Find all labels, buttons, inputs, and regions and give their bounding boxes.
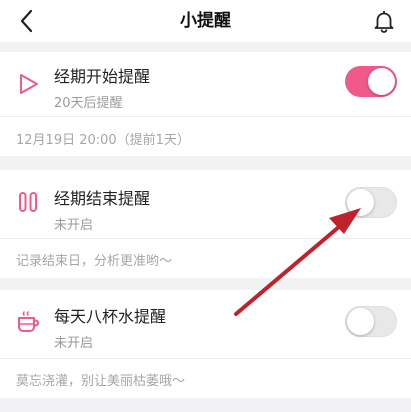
toggle-knob xyxy=(368,68,395,95)
toggle-knob xyxy=(347,189,374,216)
reminder-status: 未开启 xyxy=(54,336,94,351)
reminder-note: 莫忘浇灌，别让美丽枯萎哦～ xyxy=(16,374,186,389)
drink-water-toggle[interactable] xyxy=(345,306,397,337)
reminder-card-drink-water: 每天八杯水提醒 未开启 莫忘浇灌，别让美丽枯萎哦～ xyxy=(0,290,411,398)
reminder-card-period-end: 经期结束提醒 未开启 记录结束日，分析更准哟～ xyxy=(0,170,411,278)
reminder-title: 经期结束提醒 xyxy=(54,189,151,208)
notification-bell-button[interactable] xyxy=(371,8,397,34)
cup-icon xyxy=(18,311,39,332)
play-triangle-icon xyxy=(20,74,38,94)
bell-icon xyxy=(374,11,394,33)
reminder-card-period-start: 经期开始提醒 20天后提醒 12月19日 20:00（提前1天） xyxy=(0,52,411,156)
chevron-left-icon xyxy=(20,9,33,33)
back-button[interactable] xyxy=(14,8,40,34)
reminder-status: 未开启 xyxy=(54,218,94,233)
reminder-status: 20天后提醒 xyxy=(54,96,123,111)
header-bar: 小提醒 xyxy=(0,0,411,42)
period-start-toggle[interactable] xyxy=(345,66,397,97)
reminder-title: 每天八杯水提醒 xyxy=(54,307,167,326)
page-title: 小提醒 xyxy=(180,11,231,31)
divider xyxy=(0,238,411,239)
divider xyxy=(0,116,411,117)
reminder-note: 记录结束日，分析更准哟～ xyxy=(16,254,173,269)
toggle-knob xyxy=(347,308,374,335)
reminder-note: 12月19日 20:00（提前1天） xyxy=(16,133,190,148)
pause-icon xyxy=(19,192,37,212)
period-end-toggle[interactable] xyxy=(345,187,397,218)
reminder-title: 经期开始提醒 xyxy=(54,67,151,86)
divider xyxy=(0,358,411,359)
